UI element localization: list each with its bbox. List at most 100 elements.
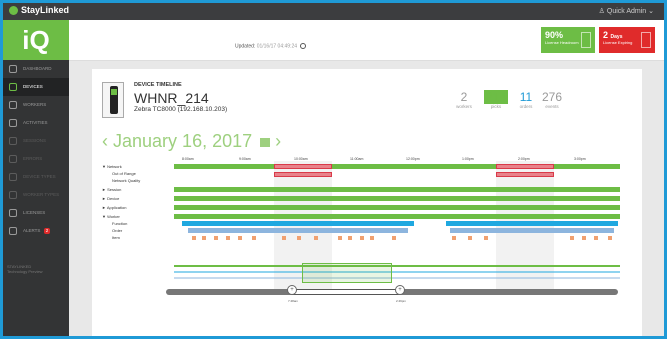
out-of-range-segment[interactable] [496,164,554,169]
refresh-icon[interactable] [300,43,307,49]
item-marker[interactable] [348,236,352,240]
sidebar-footer: STAYLINKED Technology Preview [7,264,43,274]
item-marker[interactable] [370,236,374,240]
item-marker[interactable] [202,236,206,240]
overview-function-line [174,271,620,273]
main-content: DEVICE TIMELINE WHNR_214 Zebra TC8000 (1… [69,61,664,336]
sidebar-item-label: ALERTS [23,228,41,233]
item-marker[interactable] [214,236,218,240]
expiring-value: 2 [603,30,609,40]
sidebar-item-label: ACTIVITIES [23,120,48,125]
updated-status: Updated: 01/16/17 04:49:24 [235,43,307,50]
hour-label: 1:00pm [462,157,474,161]
item-marker[interactable] [582,236,586,240]
license-expiring-card[interactable]: 2 Days License Expiring [599,27,655,53]
item-marker[interactable] [297,236,301,240]
license-headroom-card[interactable]: 90% License Headroom [541,27,595,53]
item-marker[interactable] [192,236,196,240]
row-label-device[interactable]: ► Device [102,196,119,201]
device-model: Zebra TC8000 (192.168.10.203) [134,106,228,113]
row-label-order: Order [112,228,123,233]
row-label-worker[interactable]: ▼ Worker [102,214,120,219]
item-marker[interactable] [314,236,318,240]
header: Updated: 01/16/17 04:49:24 90% License H… [69,20,664,61]
row-label-function: Function [112,221,128,226]
session-bar[interactable] [174,187,620,192]
item-marker[interactable] [392,236,396,240]
item-marker[interactable] [226,236,230,240]
sidebar-item-alerts[interactable]: ALERTS 2 [3,222,69,240]
user-menu[interactable]: ♙ Quick Admin ⌄ [599,7,654,15]
order-bar[interactable] [450,228,614,233]
range-start-label: 7:48am [288,299,299,303]
item-marker[interactable] [360,236,364,240]
sidebar-item-label: DEVICES [23,84,43,89]
item-marker[interactable] [282,236,286,240]
alert-icon [9,227,17,235]
sidebar-item-workers[interactable]: WORKERS [3,96,69,114]
app-logo[interactable]: iQ [3,20,69,60]
sidebar-item-device-types[interactable]: DEVICE TYPES [3,168,69,186]
stat-value: 214 [484,90,508,104]
stat-picks[interactable]: 214 picks [484,90,508,109]
item-marker[interactable] [570,236,574,240]
range-end-handle[interactable]: + [395,285,405,295]
out-of-range-bar[interactable] [496,172,554,177]
stat-workers[interactable]: 2 workers [452,90,476,109]
current-date: January 16, 2017 [113,131,253,151]
row-label-item: Item [112,235,120,240]
dashboard-icon [9,65,17,73]
row-label-application[interactable]: ► Application [102,205,126,210]
sidebar-item-sessions[interactable]: SESSIONS [3,132,69,150]
hour-label: 3:00pm [574,157,586,161]
device-name: WHNR_214 [134,90,209,106]
stat-events[interactable]: 276 events [540,90,564,109]
row-label-network[interactable]: ▼ Network [102,164,122,169]
item-marker[interactable] [338,236,342,240]
sidebar-item-label: WORKERS [23,102,47,107]
item-marker[interactable] [452,236,456,240]
sidebar-item-dashboard[interactable]: DASHBOARD [3,60,69,78]
overview-selection[interactable] [302,263,392,283]
sidebar-item-label: WORKER TYPES [23,192,60,197]
out-of-range-bar[interactable] [274,172,332,177]
prev-day-button[interactable]: ‹ [102,131,108,151]
range-start-handle[interactable]: + [287,285,297,295]
item-marker[interactable] [252,236,256,240]
worker-icon [9,101,17,109]
item-marker[interactable] [594,236,598,240]
sidebar-item-errors[interactable]: ERRORS [3,150,69,168]
sidebar-item-devices[interactable]: DEVICES [3,78,69,96]
item-marker[interactable] [238,236,242,240]
stat-orders[interactable]: 11 orders [514,90,538,109]
sidebar-item-activities[interactable]: ACTIVITIES [3,114,69,132]
row-label-session[interactable]: ► Session [102,187,121,192]
footer-subtitle: Technology Preview [7,269,43,274]
item-marker[interactable] [484,236,488,240]
device-bar[interactable] [174,196,620,201]
item-marker[interactable] [468,236,472,240]
sidebar-item-licenses[interactable]: LICENSES [3,204,69,222]
calendar-icon[interactable] [260,137,271,147]
application-bar[interactable] [174,205,620,210]
section-label: DEVICE TIMELINE [134,82,182,88]
order-bar[interactable] [188,228,408,233]
item-marker[interactable] [608,236,612,240]
timeline-range-selection[interactable] [292,289,400,295]
sidebar-item-label: DEVICE TYPES [23,174,56,179]
next-day-button[interactable]: › [275,131,281,151]
device-screen [111,89,117,95]
function-bar[interactable] [182,221,414,226]
brand-logo[interactable]: StayLinked [9,5,69,15]
hour-label: 12:00pm [406,157,420,161]
device-image [102,82,124,118]
function-bar[interactable] [446,221,618,226]
updated-timestamp: 01/16/17 04:49:24 [256,43,298,50]
sidebar-item-worker-types[interactable]: WORKER TYPES [3,186,69,204]
worker-bar[interactable] [174,214,620,219]
overview-order-line [174,277,620,279]
stat-value: 11 [519,90,533,104]
out-of-range-segment[interactable] [274,164,332,169]
calendar-icon [641,32,651,48]
user-icon: ♙ [598,8,605,15]
